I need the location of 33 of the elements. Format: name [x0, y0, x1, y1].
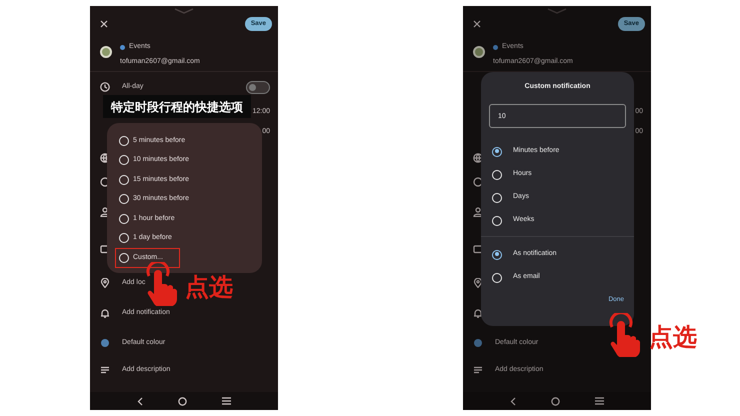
back-icon[interactable]: [137, 396, 144, 406]
clock-icon: [100, 82, 110, 92]
globe-icon: [100, 153, 110, 163]
colour-dot-icon: [473, 338, 483, 348]
tap-annotation: 点选: [185, 276, 233, 300]
person-icon: [473, 207, 483, 217]
menu-icon[interactable]: [222, 397, 231, 405]
home-icon[interactable]: [178, 396, 187, 406]
map-pin-icon: [100, 278, 110, 288]
bell-icon: [100, 308, 110, 318]
home-icon[interactable]: [550, 396, 560, 406]
all-day-switch[interactable]: [246, 80, 270, 94]
calendar-dot-icon: [493, 44, 498, 50]
calendar-dot-icon: [120, 44, 125, 50]
close-icon[interactable]: [473, 20, 481, 28]
menu-icon[interactable]: [594, 397, 604, 405]
text-lines-icon: [100, 365, 110, 375]
person-icon: [100, 207, 110, 217]
close-icon[interactable]: [100, 20, 108, 28]
colour-dot-icon: [100, 338, 110, 348]
avatar-circle: [473, 46, 485, 58]
drag-handle-icon: [547, 8, 567, 14]
drag-handle-icon: [174, 8, 194, 14]
globe-icon: [473, 153, 483, 163]
radio-button[interactable]: [492, 146, 502, 156]
avatar-circle: [100, 46, 112, 58]
map-pin-icon: [473, 278, 483, 288]
text-lines-icon: [473, 365, 483, 375]
bell-icon: [473, 308, 483, 318]
caption-banner: 特定时段行程的快捷选项: [103, 95, 251, 118]
radio-button[interactable]: [492, 250, 502, 260]
square-icon: [473, 244, 483, 254]
back-icon[interactable]: [510, 396, 516, 406]
